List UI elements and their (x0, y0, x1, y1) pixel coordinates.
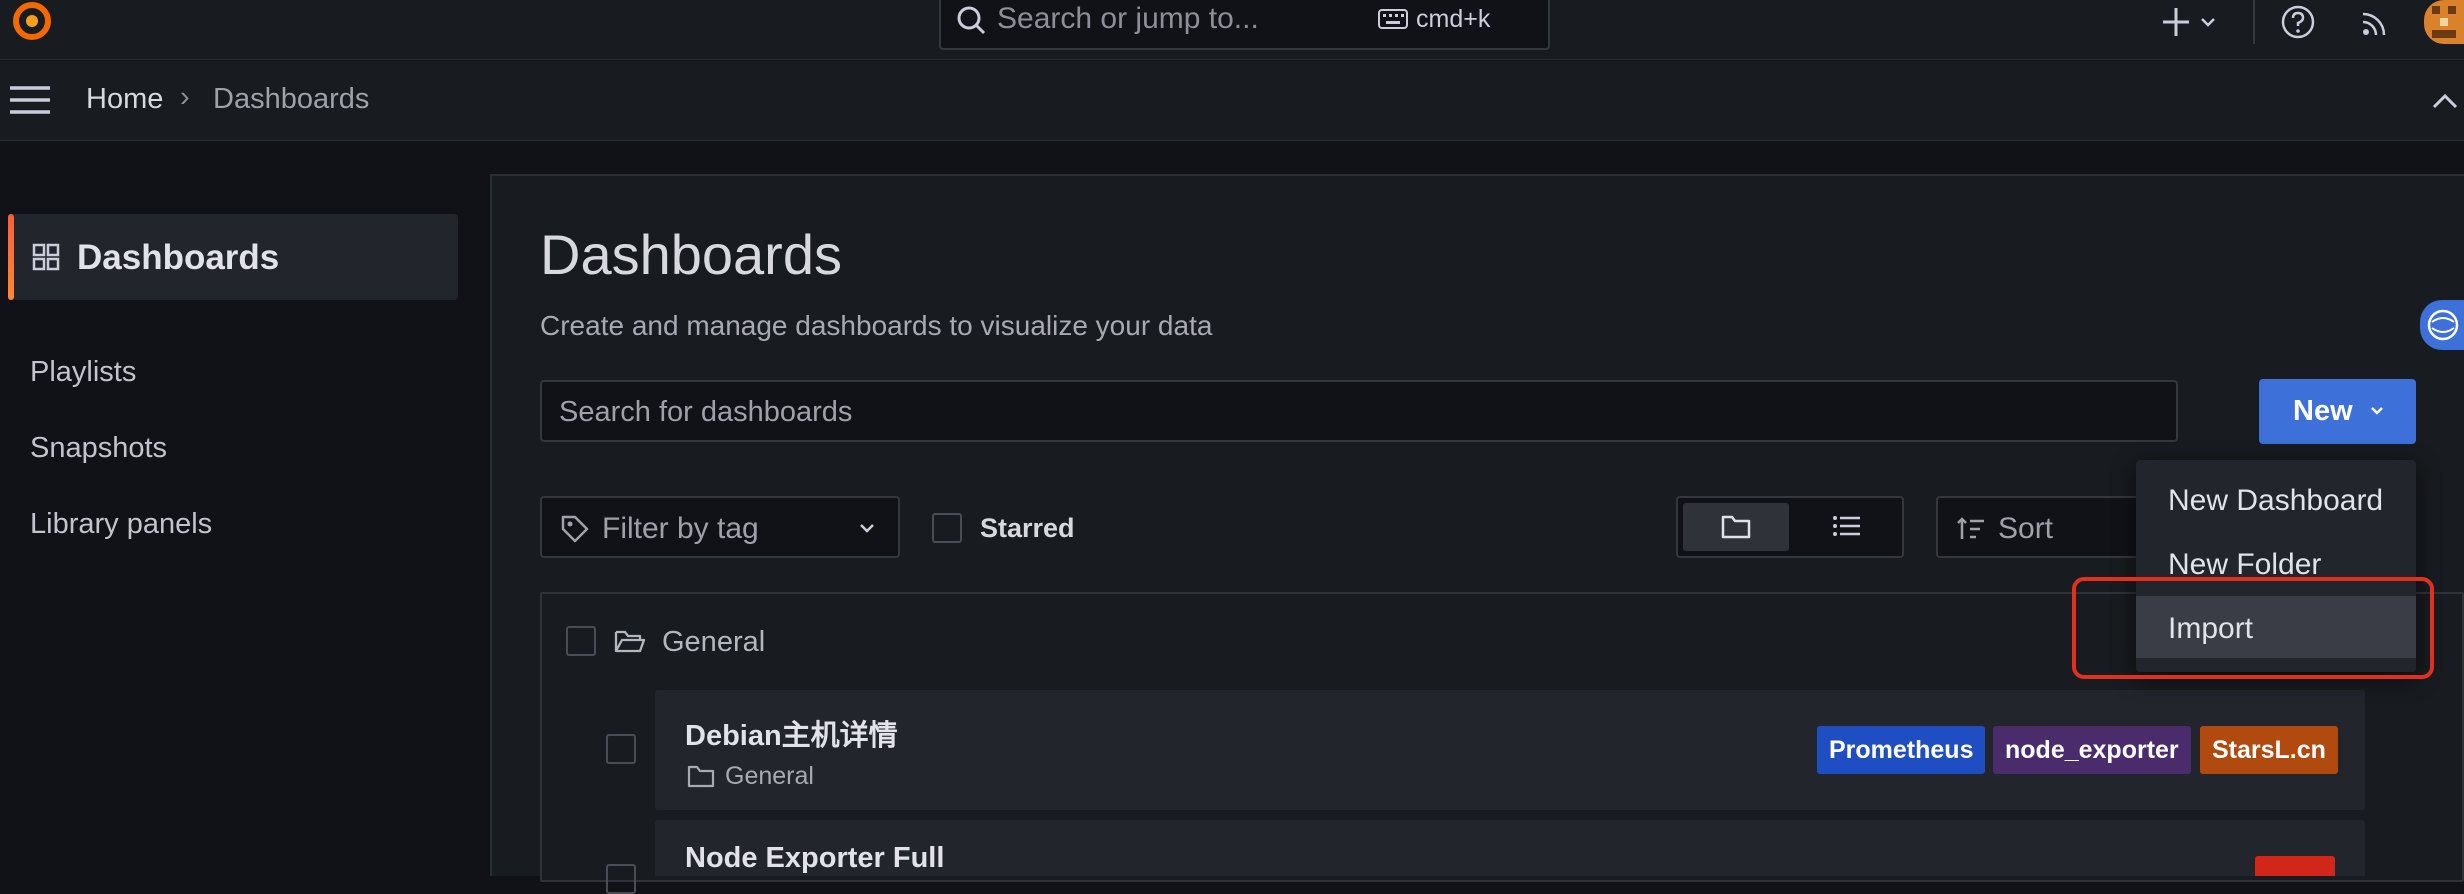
sidebar-item-playlists[interactable]: Playlists (30, 356, 136, 389)
search-icon (957, 6, 986, 35)
folder-icon (687, 765, 715, 788)
chevron-down-icon (2371, 407, 2383, 415)
list-icon (1833, 516, 1860, 536)
breadcrumb-bar: Home › Dashboards (0, 61, 2464, 141)
dashboard-title[interactable]: Node Exporter Full (685, 842, 944, 875)
dashboard-row[interactable]: Node Exporter Full (655, 820, 2365, 876)
import-highlight-box (2072, 577, 2434, 679)
dashboard-checkbox[interactable] (606, 734, 636, 764)
folder-checkbox[interactable] (566, 626, 596, 656)
new-button-label: New (2293, 395, 2353, 427)
sort-icon (1957, 517, 1984, 539)
folder-name[interactable]: General (662, 626, 765, 659)
chevron-down-icon (2201, 18, 2215, 27)
global-search-input[interactable]: Search or jump to... cmd+k (939, 0, 1550, 50)
sort-label: Sort (1998, 512, 2054, 545)
page-title: Dashboards (540, 223, 842, 286)
chevron-up-icon[interactable] (2432, 93, 2458, 109)
tag-partial[interactable] (2255, 856, 2335, 876)
tag-prometheus[interactable]: Prometheus (1817, 726, 1986, 774)
add-new-button[interactable] (2160, 2, 2230, 42)
tag-starsl[interactable]: StarsL.cn (2200, 726, 2338, 774)
dashboard-folder: General (725, 762, 814, 790)
tag-filter-placeholder: Filter by tag (602, 512, 759, 545)
breadcrumb-separator: › (180, 81, 190, 113)
avatar[interactable] (2424, 0, 2464, 44)
menu-icon[interactable] (10, 85, 50, 115)
grafana-logo-icon[interactable] (6, 0, 58, 46)
rss-icon[interactable] (2360, 6, 2392, 38)
menu-item-label: New Dashboard (2168, 484, 2384, 517)
list-view-button[interactable] (1794, 503, 1900, 551)
breadcrumb-current: Dashboards (213, 83, 370, 115)
apps-icon (32, 243, 60, 271)
folder-view-button[interactable] (1683, 503, 1789, 551)
help-icon[interactable] (2280, 4, 2316, 40)
starred-checkbox[interactable] (932, 513, 962, 543)
sidebar-item-label: Dashboards (77, 238, 280, 277)
folder-icon (1721, 515, 1751, 539)
new-button[interactable]: New (2259, 379, 2416, 444)
menu-item-new-dashboard[interactable]: New Dashboard (2136, 468, 2416, 530)
dashboard-search-input[interactable]: Search for dashboards (540, 380, 2178, 442)
tag-icon (561, 515, 589, 543)
dashboard-checkbox[interactable] (606, 864, 636, 894)
dashboard-search-placeholder: Search for dashboards (559, 396, 853, 428)
floating-widget-icon[interactable] (2420, 300, 2464, 350)
sidebar-item-library-panels[interactable]: Library panels (30, 508, 212, 541)
plus-icon (2163, 8, 2189, 36)
dashboard-title[interactable]: Debian主机详情 (685, 712, 898, 754)
global-search-placeholder: Search or jump to... (997, 2, 1259, 35)
sidebar-item-dashboards[interactable]: Dashboards (8, 214, 458, 300)
topbar-divider (2253, 0, 2255, 44)
active-indicator (8, 214, 14, 300)
page-subtitle: Create and manage dashboards to visualiz… (540, 310, 1213, 341)
view-mode-toggle (1676, 496, 1904, 558)
keyboard-icon (1378, 9, 1408, 29)
top-navbar: Search or jump to... cmd+k (0, 0, 2464, 60)
tag-filter-select[interactable]: Filter by tag (540, 496, 900, 558)
dashboard-row[interactable]: Debian主机详情 General Prometheus node_expor… (655, 690, 2365, 810)
chevron-down-icon (860, 524, 874, 533)
sidebar-item-snapshots[interactable]: Snapshots (30, 432, 167, 465)
sort-select[interactable]: Sort (1936, 496, 2146, 558)
starred-label[interactable]: Starred (980, 513, 1075, 544)
folder-open-icon (614, 630, 646, 653)
breadcrumb-home[interactable]: Home (86, 83, 163, 116)
tag-node-exporter[interactable]: node_exporter (1993, 726, 2191, 774)
search-shortcut-hint: cmd+k (1416, 5, 1491, 33)
